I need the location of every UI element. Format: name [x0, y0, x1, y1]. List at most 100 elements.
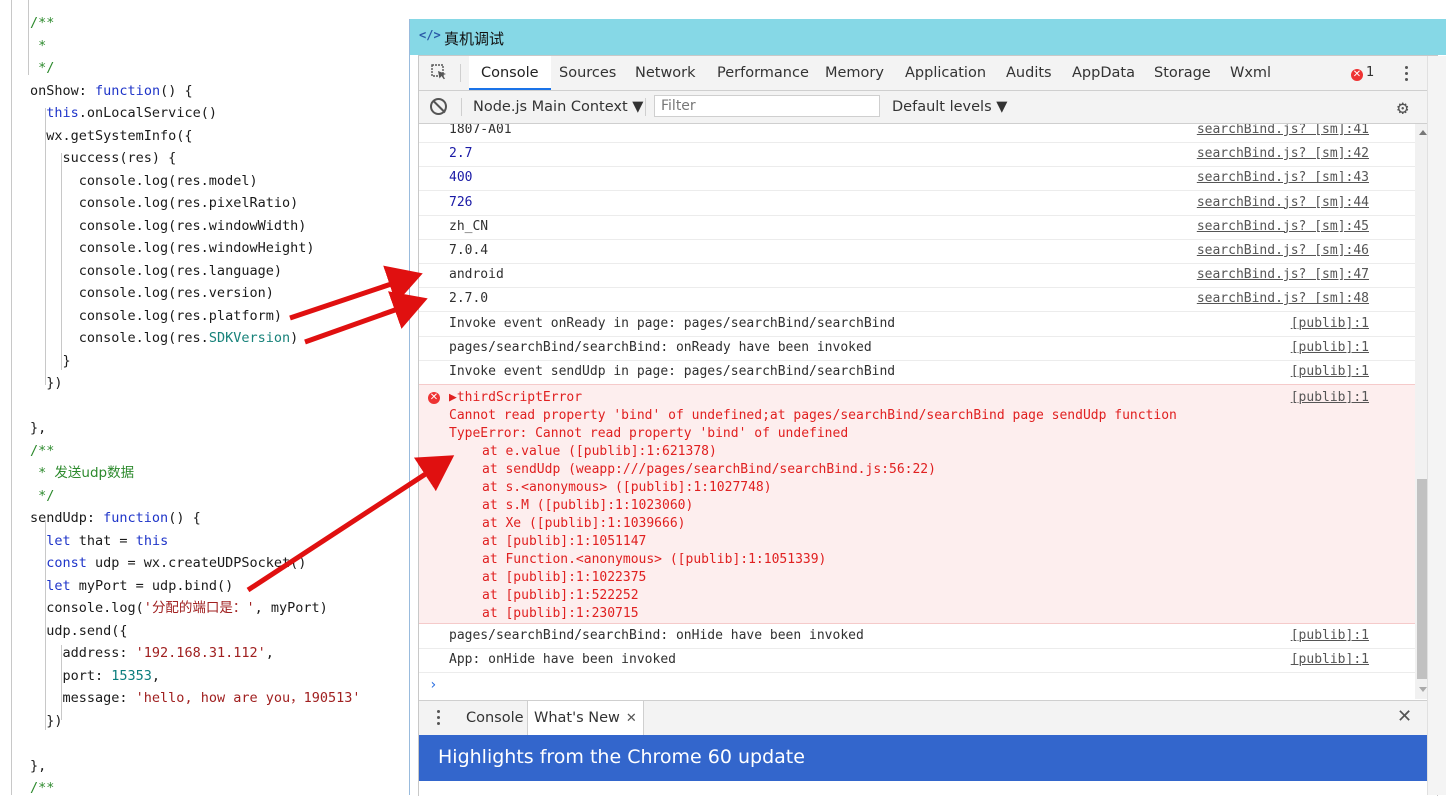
- whats-new-banner: Highlights from the Chrome 60 update: [419, 735, 1427, 781]
- editor-gutter-line: [11, 0, 12, 795]
- inspect-element-icon[interactable]: [431, 64, 447, 80]
- code-line: message: 'hello, how are you，190513': [30, 690, 361, 706]
- console-message: 1807-A01: [449, 124, 512, 137]
- console-message: zh_CN: [449, 218, 489, 234]
- drawer-tab-console[interactable]: Console: [466, 701, 524, 735]
- code-line: */: [30, 487, 55, 504]
- console-row: pages/searchBind/searchBind: onReady hav…: [419, 336, 1415, 361]
- stack-frame: at Xe ([publib]:1:1039666): [482, 516, 686, 532]
- tab-storage[interactable]: Storage: [1154, 56, 1211, 90]
- tab-wxml[interactable]: Wxml: [1230, 56, 1271, 90]
- source-link[interactable]: searchBind.js? [sm]:41: [1197, 124, 1369, 142]
- source-link[interactable]: searchBind.js? [sm]:42: [1197, 142, 1369, 166]
- console-row: 400 searchBind.js? [sm]:43: [419, 166, 1415, 192]
- code-line: wx.getSystemInfo({: [30, 127, 193, 144]
- error-counter[interactable]: ✕ 1: [1351, 56, 1374, 90]
- gear-icon[interactable]: ⚙: [1397, 97, 1408, 119]
- close-drawer-icon[interactable]: ✕: [1397, 706, 1412, 727]
- tab-network[interactable]: Network: [635, 56, 696, 90]
- filter-input[interactable]: [654, 95, 880, 117]
- tab-separator: [460, 64, 461, 82]
- more-options-icon[interactable]: [1403, 64, 1409, 84]
- console-message: Invoke event sendUdp in page: pages/sear…: [449, 364, 896, 379]
- drawer-tabbar: Console What's New ✕ ✕: [419, 700, 1437, 736]
- source-link[interactable]: searchBind.js? [sm]:47: [1197, 263, 1369, 287]
- error-title[interactable]: ▶thirdScriptError: [449, 389, 582, 407]
- console-row: 726 searchBind.js? [sm]:44: [419, 191, 1415, 216]
- code-line: console.log(res.platform): [30, 307, 282, 324]
- source-link[interactable]: [publib]:1: [1291, 360, 1369, 384]
- indent-guide: [61, 645, 62, 720]
- code-editor[interactable]: /** * */ onShow: function() { this.onLoca…: [0, 0, 410, 795]
- code-line: onShow: function() {: [30, 82, 193, 99]
- tab-appdata[interactable]: AppData: [1072, 56, 1135, 90]
- code-line: }: [30, 352, 71, 369]
- tab-application[interactable]: Application: [905, 56, 986, 90]
- toolbar-separator: [645, 98, 646, 116]
- source-link[interactable]: searchBind.js? [sm]:45: [1197, 215, 1369, 239]
- code-line: }): [30, 375, 63, 391]
- tab-console[interactable]: Console: [469, 56, 551, 90]
- code-icon: </>: [419, 28, 441, 42]
- code-line: console.log(res.version): [30, 285, 274, 301]
- console-message: App: onHide have been invoked: [449, 652, 676, 668]
- stack-frame: at s.M ([publib]:1:1023060): [482, 498, 694, 514]
- tab-performance[interactable]: Performance: [717, 56, 809, 90]
- source-link[interactable]: [publib]:1: [1291, 624, 1369, 648]
- console-row: 1807-A01 searchBind.js? [sm]:41: [419, 124, 1415, 143]
- source-link[interactable]: [publib]:1: [1291, 336, 1369, 360]
- source-link[interactable]: [publib]:1: [1291, 389, 1369, 407]
- scroll-down-icon[interactable]: [1419, 687, 1427, 692]
- error-line: TypeError: Cannot read property 'bind' o…: [449, 426, 849, 442]
- log-levels-dropdown[interactable]: Default levels ▼: [892, 91, 1007, 123]
- console-row: 2.7.0 searchBind.js? [sm]:48: [419, 287, 1415, 313]
- source-link[interactable]: searchBind.js? [sm]:43: [1197, 166, 1369, 190]
- console-row: App: onHide have been invoked [publib]:1: [419, 648, 1415, 674]
- console-message: 726: [449, 194, 473, 210]
- error-line: Cannot read property 'bind' of undefined…: [449, 408, 1177, 424]
- code-line: this.onLocalService(): [46, 105, 217, 121]
- stack-frame: at [publib]:1:522252: [482, 588, 639, 604]
- error-icon: ✕: [1351, 69, 1363, 81]
- console-prompt[interactable]: ›: [429, 675, 437, 695]
- devtools-tabbar: Console Sources Network Performance Memory Ap…: [419, 56, 1437, 91]
- console-output[interactable]: 1807-A01 searchBind.js? [sm]:41 2.7 searchB…: [419, 124, 1415, 699]
- page-scrollbar[interactable]: [1427, 56, 1446, 795]
- console-row: 7.0.4 searchBind.js? [sm]:46: [419, 239, 1415, 264]
- drawer-tab-whats-new[interactable]: What's New ✕: [527, 701, 644, 735]
- code-line: address: '192.168.31.112',: [30, 645, 274, 661]
- console-row: android searchBind.js? [sm]:47: [419, 263, 1415, 289]
- source-link[interactable]: [publib]:1: [1291, 648, 1369, 672]
- close-tab-icon[interactable]: ✕: [626, 711, 637, 726]
- source-link[interactable]: searchBind.js? [sm]:44: [1197, 191, 1369, 215]
- scroll-up-icon[interactable]: [1419, 130, 1427, 135]
- stack-frame: at [publib]:1:1022375: [482, 570, 647, 586]
- code-line: /**: [30, 780, 55, 795]
- console-toolbar: Node.js Main Context ▼ Default levels ▼ …: [419, 91, 1437, 124]
- stack-frame: at s.<anonymous> ([publib]:1:1027748): [482, 480, 772, 496]
- drawer-menu-icon[interactable]: [437, 710, 441, 730]
- code-line: port: 15353,: [30, 667, 161, 684]
- clear-console-icon[interactable]: [430, 98, 447, 115]
- console-message: pages/searchBind/searchBind: onReady hav…: [449, 339, 872, 355]
- indent-guide: [45, 108, 46, 385]
- source-link[interactable]: searchBind.js? [sm]:48: [1197, 287, 1369, 311]
- console-message: pages/searchBind/searchBind: onHide have…: [449, 628, 864, 644]
- console-message: 7.0.4: [449, 243, 489, 258]
- source-link[interactable]: [publib]:1: [1291, 312, 1369, 336]
- indent-guide: [28, 0, 29, 75]
- stack-frame: at e.value ([publib]:1:621378): [482, 444, 717, 460]
- tab-sources[interactable]: Sources: [559, 56, 616, 90]
- code-line: console.log(res.model): [30, 172, 258, 189]
- code-line: /**: [30, 442, 55, 459]
- code-line: sendUdp: function() {: [30, 510, 201, 526]
- code-line: },: [30, 757, 47, 774]
- console-row: pages/searchBind/searchBind: onHide have…: [419, 624, 1415, 650]
- code-line: console.log('分配的端口是：', myPort): [30, 600, 328, 616]
- stack-frame: at [publib]:1:1051147: [482, 534, 647, 550]
- context-selector[interactable]: Node.js Main Context ▼: [473, 91, 643, 123]
- tab-memory[interactable]: Memory: [825, 56, 884, 90]
- tab-audits[interactable]: Audits: [1006, 56, 1052, 90]
- source-link[interactable]: searchBind.js? [sm]:46: [1197, 239, 1369, 263]
- code-line: console.log(res.language): [30, 262, 282, 279]
